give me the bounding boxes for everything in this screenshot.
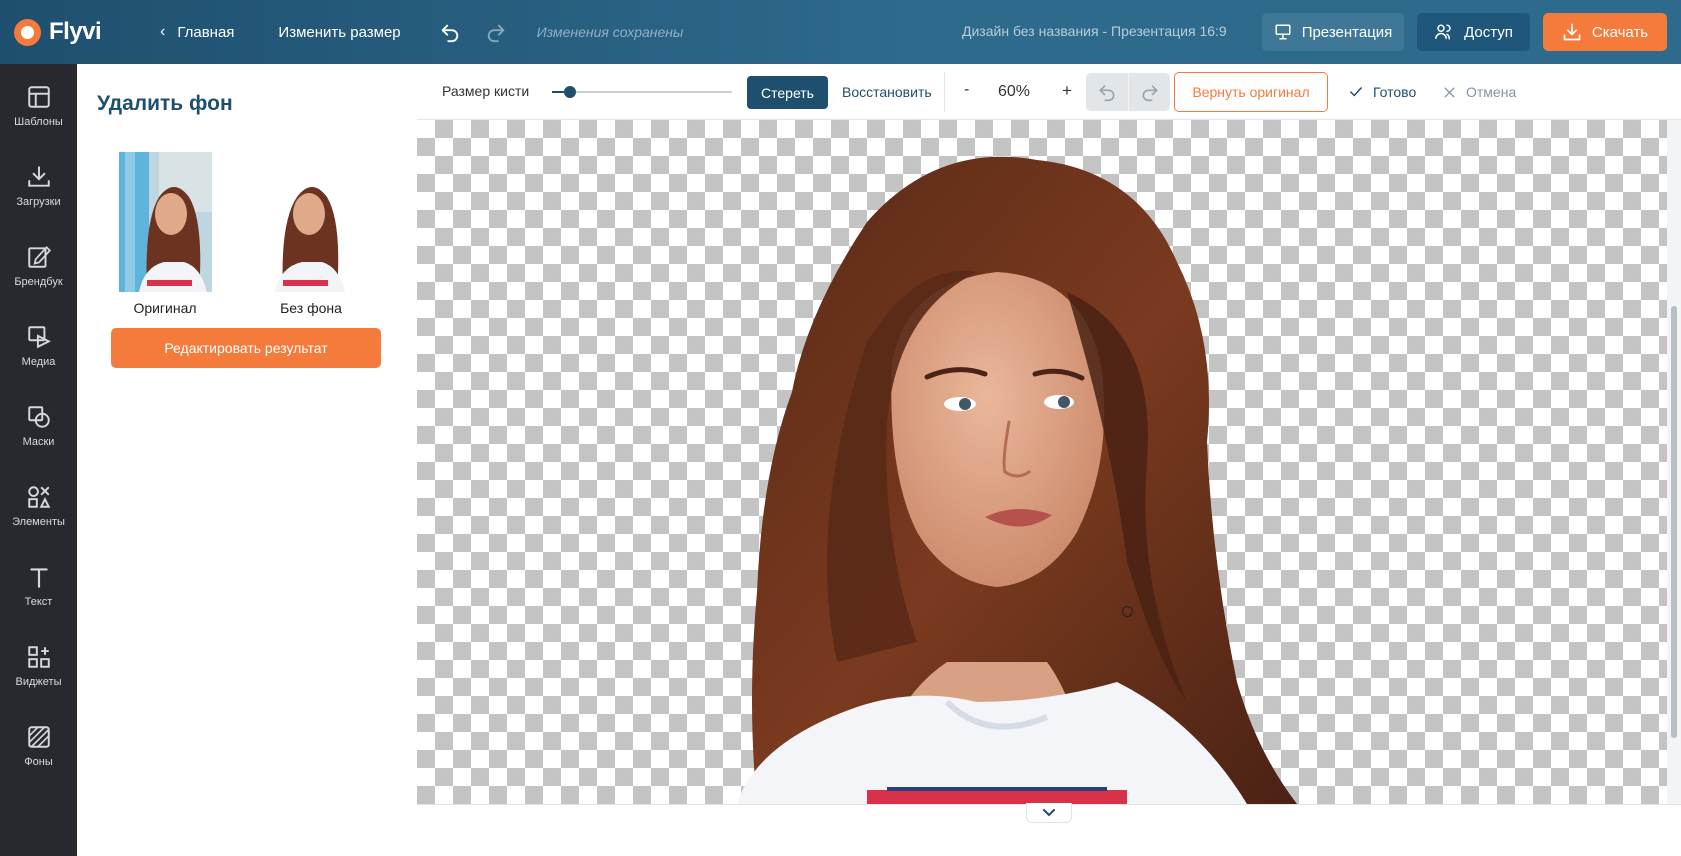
check-icon: [1350, 87, 1362, 97]
download-label: Скачать: [1591, 23, 1649, 41]
panel-title: Удалить фон: [97, 92, 233, 115]
editing-canvas[interactable]: [417, 120, 1667, 804]
redo-icon: [1142, 85, 1157, 102]
remove-background-panel: Удалить фон Оригинал Без фона Редактиров…: [77, 64, 417, 856]
rail-label: Маски: [22, 436, 55, 448]
logo-text: Flyvi: [49, 18, 102, 45]
templates-icon: [27, 86, 50, 108]
access-button[interactable]: Доступ: [1417, 13, 1530, 51]
rail-item-elements[interactable]: Элементы: [0, 484, 77, 528]
masks-icon: [27, 406, 50, 428]
rail-item-widgets[interactable]: Виджеты: [0, 644, 77, 688]
media-icon: [27, 326, 51, 349]
brush-size-label: Размер кисти: [442, 83, 530, 99]
redo-icon[interactable]: [485, 21, 507, 43]
cancel-label: Отмена: [1466, 84, 1517, 100]
edit-result-button[interactable]: Редактировать результат: [111, 328, 381, 368]
logo[interactable]: Flyvi: [14, 18, 144, 46]
zoom-out-button[interactable]: -: [964, 81, 969, 99]
rail-item-masks[interactable]: Маски: [0, 404, 77, 448]
rail-item-brandbook[interactable]: Брендбук: [0, 244, 77, 288]
rail-label: Брендбук: [14, 276, 63, 288]
collapse-panel-button[interactable]: [1026, 803, 1072, 823]
text-icon: [29, 568, 48, 588]
cancel-button[interactable]: Отмена: [1443, 84, 1516, 100]
rail-item-media[interactable]: Медиа: [0, 324, 77, 368]
chevron-left-icon: ‹: [160, 23, 166, 40]
brush-size-slider[interactable]: [552, 86, 732, 98]
erase-button[interactable]: Стереть: [747, 76, 828, 109]
rail-item-uploads[interactable]: Загрузки: [0, 164, 77, 208]
done-label: Готово: [1373, 84, 1417, 100]
presentation-icon: [1275, 24, 1291, 40]
rail-label: Загрузки: [16, 196, 61, 208]
no-background-thumbnail[interactable]: [265, 152, 358, 292]
close-icon: [1444, 86, 1455, 98]
widgets-icon: [27, 646, 50, 668]
upload-icon: [27, 166, 50, 187]
original-label: Оригинал: [133, 300, 197, 316]
toolbar-divider: [944, 72, 945, 112]
restore-button[interactable]: Восстановить: [842, 84, 932, 100]
rail-label: Медиа: [21, 356, 56, 368]
scrollbar-thumb[interactable]: [1671, 306, 1677, 738]
zoom-in-button[interactable]: +: [1062, 81, 1072, 101]
home-label: Главная: [177, 23, 235, 41]
rail-label: Виджеты: [15, 676, 62, 688]
brush-cursor: [1122, 606, 1133, 617]
rail-label: Шаблоны: [14, 116, 63, 128]
revert-original-button[interactable]: Вернуть оригинал: [1174, 72, 1328, 112]
left-rail: Шаблоны Загрузки Брендбук Медиа Маски Эл…: [0, 64, 77, 856]
vertical-scrollbar[interactable]: [1667, 120, 1681, 804]
rail-label: Фоны: [24, 756, 53, 768]
rail-label: Текст: [24, 596, 53, 608]
brush-size-handle[interactable]: [564, 86, 576, 98]
users-icon: [1435, 24, 1451, 40]
history-controls: [1086, 73, 1170, 111]
presentation-button[interactable]: Презентация: [1262, 13, 1404, 51]
rail-label: Элементы: [12, 516, 65, 528]
brush-toolbar: Размер кисти Стереть Восстановить - 60% …: [417, 64, 1681, 120]
backgrounds-icon: [27, 726, 50, 748]
rail-item-backgrounds[interactable]: Фоны: [0, 724, 77, 768]
brandbook-icon: [27, 245, 51, 268]
done-button[interactable]: Готово: [1349, 84, 1416, 100]
original-thumbnail[interactable]: [119, 152, 212, 292]
undo-icon: [1099, 85, 1115, 102]
rail-item-text[interactable]: Текст: [0, 564, 77, 608]
cutout-portrait: [737, 156, 1297, 804]
save-status: Изменения сохранены: [536, 24, 684, 40]
resize-button[interactable]: Изменить размер: [278, 24, 400, 41]
zoom-value: 60%: [998, 83, 1031, 100]
download-icon: [1563, 23, 1581, 41]
brush-undo-button[interactable]: [1086, 73, 1128, 111]
brush-redo-button[interactable]: [1128, 73, 1170, 111]
elements-icon: [27, 486, 50, 508]
no-background-label: Без фона: [280, 300, 342, 316]
access-label: Доступ: [1464, 23, 1513, 41]
home-button[interactable]: ‹ Главная: [160, 23, 234, 41]
undo-icon[interactable]: [439, 21, 461, 43]
document-title[interactable]: Дизайн без названия - Презентация 16:9: [962, 23, 1227, 39]
rail-item-templates[interactable]: Шаблоны: [0, 84, 77, 128]
bottom-bar: [417, 803, 1681, 856]
chevron-down-icon: [1043, 808, 1055, 816]
presentation-label: Презентация: [1301, 23, 1393, 41]
logo-icon: [14, 18, 41, 46]
download-button[interactable]: Скачать: [1543, 13, 1667, 51]
